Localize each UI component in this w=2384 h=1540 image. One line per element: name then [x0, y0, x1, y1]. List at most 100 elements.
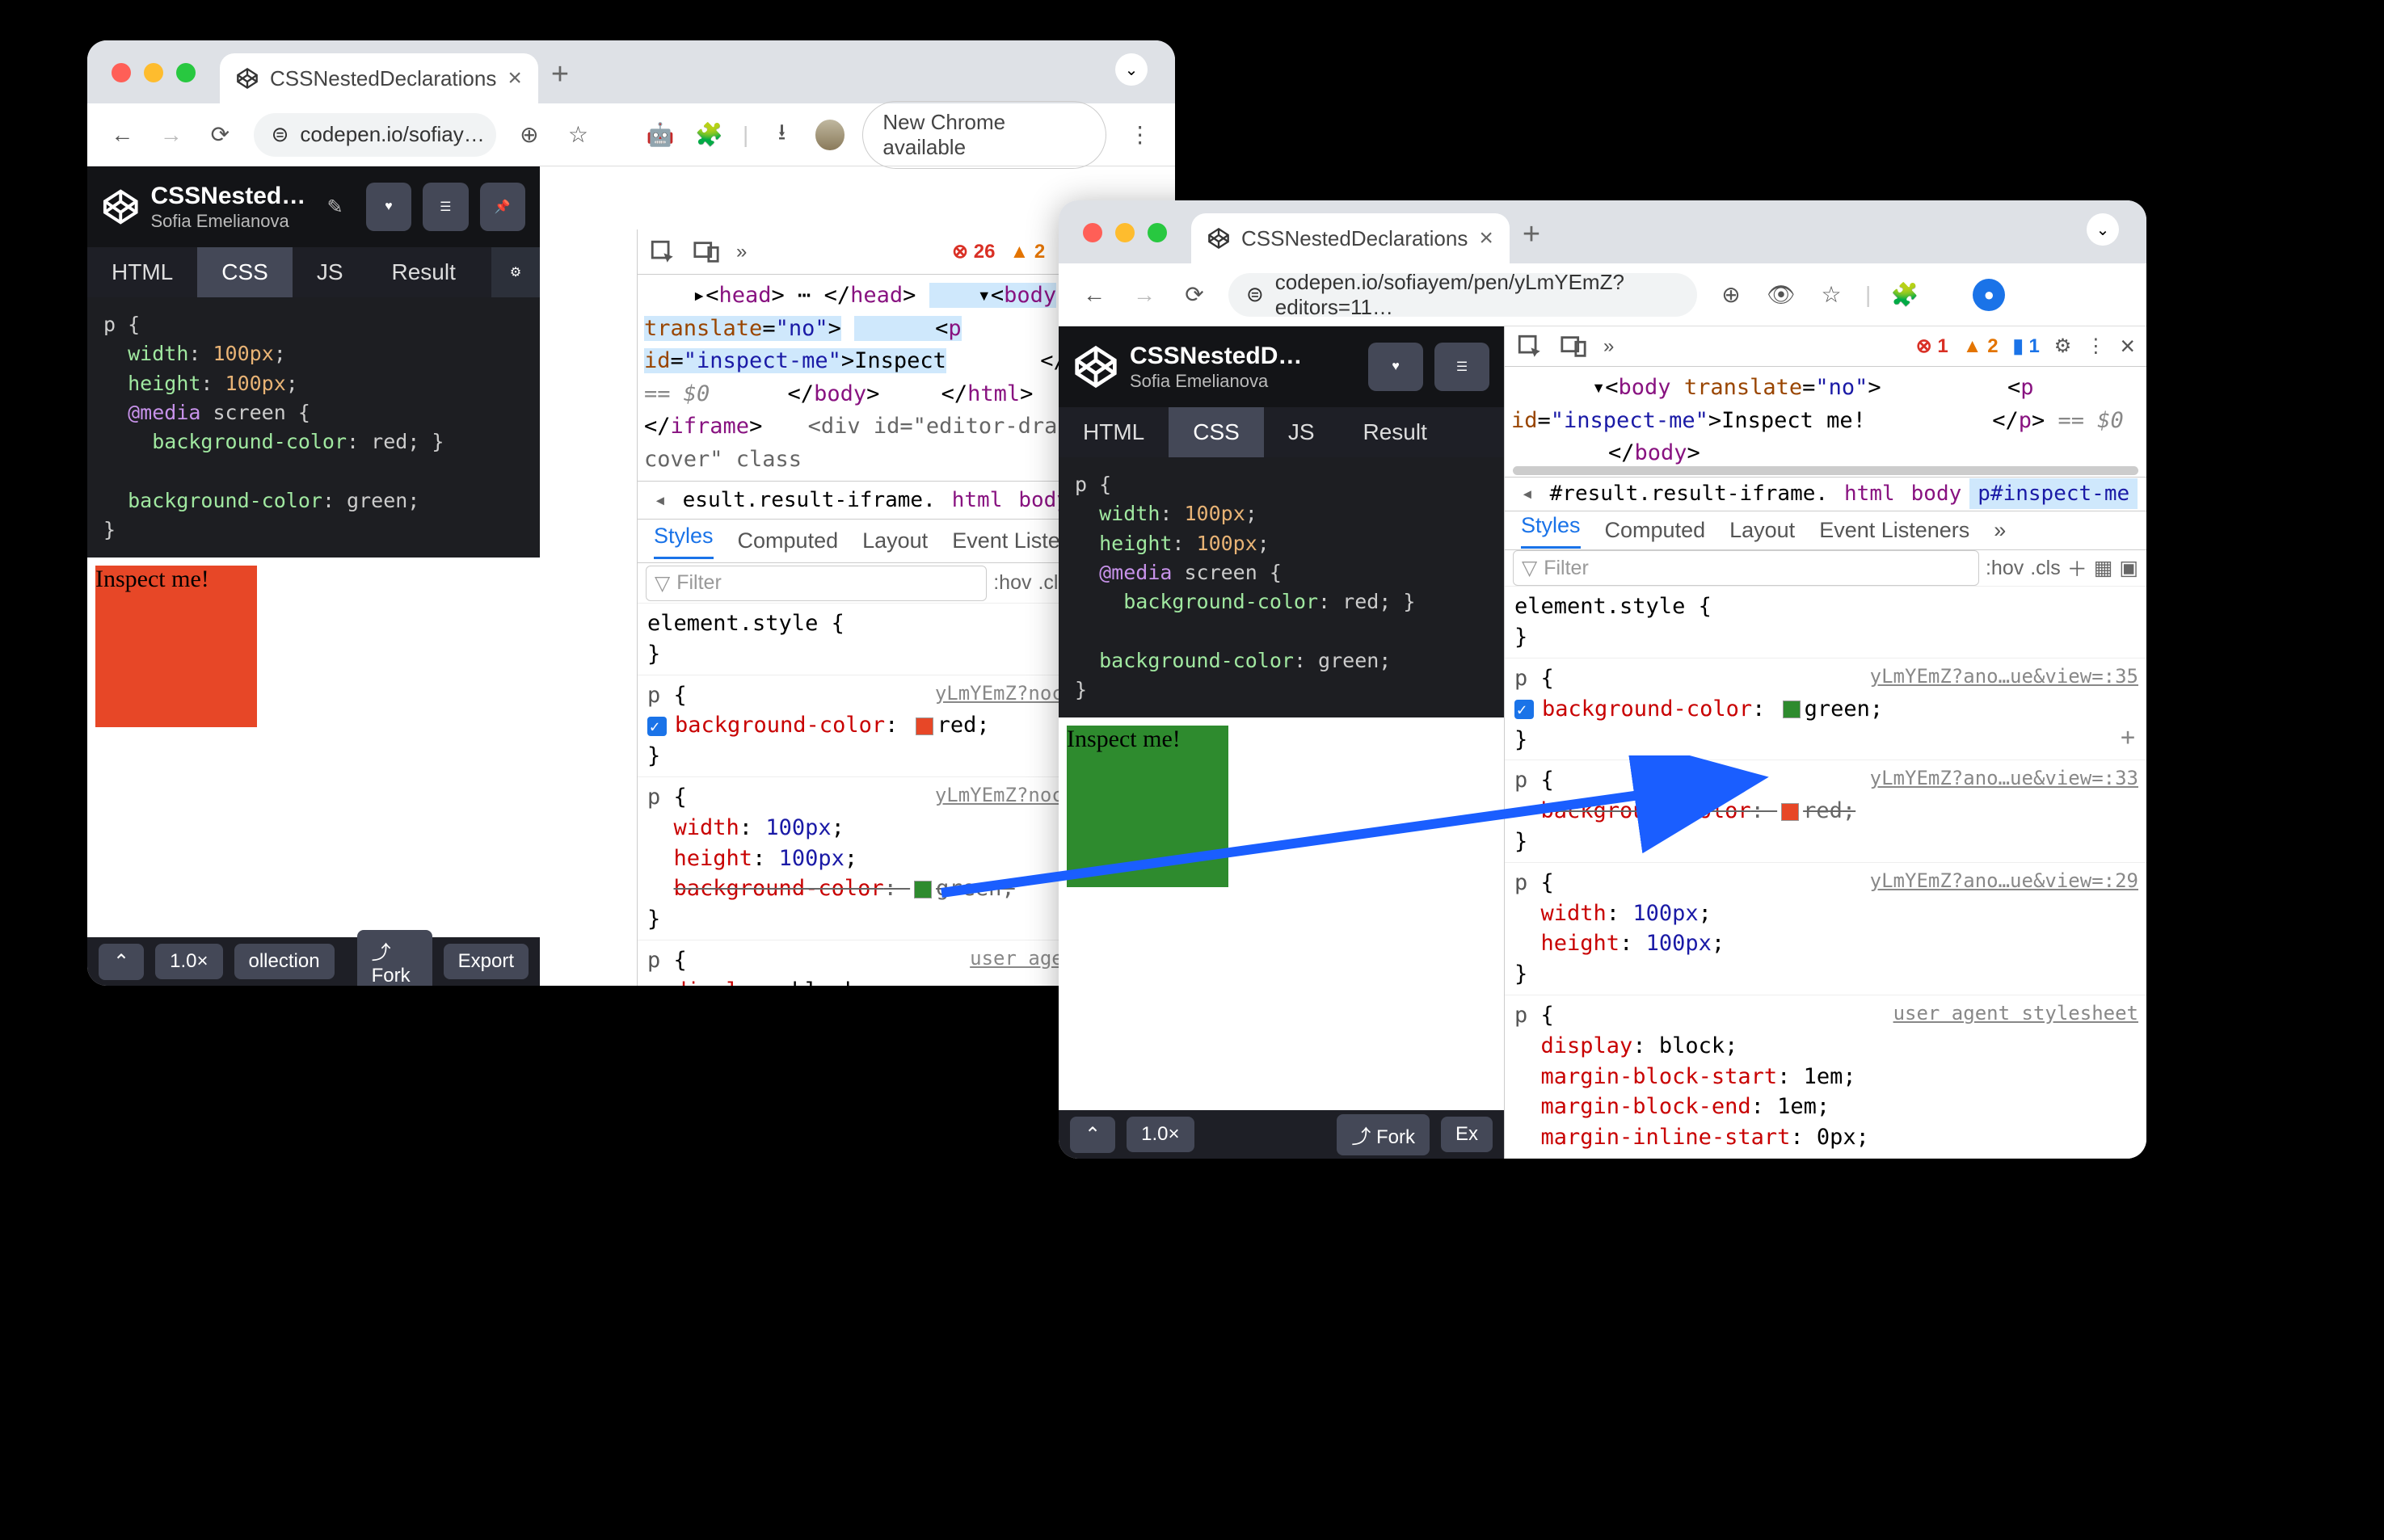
- zoom-icon[interactable]: ⊕: [1715, 279, 1747, 311]
- like-button[interactable]: ♥: [1368, 343, 1423, 391]
- tab-css[interactable]: CSS: [197, 247, 293, 297]
- settings-icon[interactable]: ⚙: [2054, 335, 2072, 358]
- tab-css[interactable]: CSS: [1169, 407, 1264, 457]
- maximize-window-dot[interactable]: [176, 63, 196, 82]
- view-button[interactable]: ☰: [1434, 343, 1489, 391]
- close-window-dot[interactable]: [1083, 223, 1102, 242]
- tab-layout[interactable]: Layout: [862, 528, 928, 553]
- tab-layout[interactable]: Layout: [1729, 518, 1795, 543]
- property-checkbox[interactable]: [1514, 700, 1534, 719]
- tab-styles[interactable]: Styles: [654, 524, 714, 559]
- close-window-dot[interactable]: [112, 63, 131, 82]
- source-link[interactable]: yLmYEmZ?ano…ue&view=:33: [1870, 765, 2138, 793]
- tab-event-listeners[interactable]: Event Listeners: [1819, 518, 1969, 543]
- more-panels-icon[interactable]: »: [736, 241, 747, 263]
- color-swatch-green[interactable]: [1783, 701, 1801, 718]
- fork-button[interactable]: ⤴ Fork: [357, 930, 432, 987]
- tab-result[interactable]: Result: [1339, 407, 1451, 457]
- bc-selected[interactable]: p#inspect-me: [1969, 478, 2138, 509]
- console-toggle[interactable]: ⌃: [99, 944, 144, 980]
- box-icon[interactable]: ▣: [2119, 556, 2138, 580]
- forward-button[interactable]: →: [156, 119, 187, 151]
- extensions-icon[interactable]: 🧩: [1889, 279, 1921, 311]
- maximize-window-dot[interactable]: [1148, 223, 1167, 242]
- cls-button[interactable]: .cls: [2030, 557, 2061, 580]
- element-style-rule[interactable]: element.style {}: [1505, 587, 2146, 658]
- back-button[interactable]: ←: [107, 119, 138, 151]
- error-count[interactable]: ⊗ 1: [1916, 335, 1948, 358]
- inspect-icon[interactable]: [1516, 333, 1544, 360]
- forward-button[interactable]: →: [1128, 279, 1160, 311]
- address-bar[interactable]: ⊜ codepen.io/sofiay…: [254, 113, 496, 157]
- hov-button[interactable]: :hov: [993, 571, 1031, 595]
- tab-dropdown-button[interactable]: ⌄: [2087, 213, 2119, 246]
- fork-button[interactable]: ⤴ Fork: [1337, 1114, 1430, 1155]
- filter-input[interactable]: ▽ Filter: [1513, 550, 1979, 586]
- export-button[interactable]: Export: [444, 944, 529, 979]
- tab-html[interactable]: HTML: [87, 247, 197, 297]
- filter-input[interactable]: ▽ Filter: [646, 566, 987, 601]
- source-link[interactable]: yLmYEmZ?ano…ue&view=:35: [1870, 663, 2138, 691]
- like-button[interactable]: ♥: [366, 183, 411, 231]
- css-editor[interactable]: p { width: 100px; height: 100px; @media …: [87, 297, 540, 558]
- elements-dom-tree[interactable]: ▸<head> ⋯ </head> ▾<body translate="no">…: [638, 275, 1130, 481]
- edit-icon[interactable]: ✎: [327, 196, 343, 219]
- export-button[interactable]: Ex: [1441, 1117, 1493, 1152]
- breadcrumb[interactable]: ◂ esult.result-iframe. html body p#insp: [638, 481, 1130, 520]
- zoom-level[interactable]: 1.0×: [1127, 1117, 1194, 1152]
- menu-icon[interactable]: ⋮: [2086, 335, 2105, 358]
- css-editor[interactable]: p { width: 100px; height: 100px; @media …: [1059, 457, 1504, 717]
- add-property-icon[interactable]: +: [2121, 721, 2135, 755]
- reload-button[interactable]: ⟳: [204, 119, 236, 151]
- incognito-icon[interactable]: 👁: [1765, 279, 1797, 311]
- new-tab-button[interactable]: +: [1523, 217, 1540, 252]
- bc-body[interactable]: body: [1903, 482, 1970, 506]
- more-panels-icon[interactable]: »: [1603, 335, 1614, 358]
- collection-button[interactable]: ollection: [234, 944, 335, 979]
- menu-icon[interactable]: ⋮: [1124, 119, 1156, 151]
- hov-button[interactable]: :hov: [1986, 557, 2024, 580]
- color-swatch-red[interactable]: [916, 717, 933, 735]
- elements-dom-tree[interactable]: ▾<body translate="no"> <p id="inspect-me…: [1505, 367, 2146, 465]
- view-button[interactable]: ☰: [423, 183, 468, 231]
- back-button[interactable]: ←: [1078, 279, 1110, 311]
- warning-count[interactable]: ▲ 2: [1009, 241, 1045, 263]
- color-swatch-red[interactable]: [1781, 803, 1799, 821]
- site-settings-icon[interactable]: ⊜: [1246, 282, 1264, 307]
- element-style-rule[interactable]: element.style {}: [638, 604, 1130, 675]
- breadcrumb[interactable]: ◂ #result.result-iframe. html body p#ins…: [1505, 477, 2146, 511]
- tab-computed[interactable]: Computed: [738, 528, 839, 553]
- address-bar[interactable]: ⊜ codepen.io/sofiayem/pen/yLmYEmZ?editor…: [1228, 273, 1697, 317]
- device-icon[interactable]: [693, 238, 720, 266]
- tab-js[interactable]: JS: [1264, 407, 1339, 457]
- close-tab-icon[interactable]: ×: [508, 65, 522, 92]
- site-settings-icon[interactable]: ⊜: [272, 122, 289, 147]
- info-count[interactable]: ▮ 1: [2013, 335, 2040, 358]
- minimize-window-dot[interactable]: [1115, 223, 1135, 242]
- inspect-icon[interactable]: [649, 238, 676, 266]
- property-checkbox[interactable]: [647, 717, 667, 736]
- new-tab-button[interactable]: +: [551, 57, 569, 92]
- bookmark-icon[interactable]: ☆: [562, 119, 594, 151]
- new-rule-icon[interactable]: ＋: [2067, 553, 2087, 583]
- settings-gear-icon[interactable]: ⚙: [491, 247, 540, 297]
- browser-tab[interactable]: CSSNestedDeclarations ×: [1191, 213, 1510, 263]
- update-chip[interactable]: New Chrome available: [862, 101, 1106, 169]
- color-swatch-green[interactable]: [914, 881, 932, 898]
- tab-result[interactable]: Result: [368, 247, 480, 297]
- ai-icon[interactable]: 🤖: [645, 119, 676, 151]
- zoom-icon[interactable]: ⊕: [514, 119, 545, 151]
- close-tab-icon[interactable]: ×: [1479, 225, 1493, 252]
- minimize-window-dot[interactable]: [144, 63, 163, 82]
- computed-icon[interactable]: ▦: [2094, 556, 2113, 580]
- source-link[interactable]: yLmYEmZ?ano…ue&view=:29: [1870, 868, 2138, 895]
- device-icon[interactable]: [1560, 333, 1587, 360]
- profile-avatar[interactable]: [815, 120, 845, 150]
- pin-button[interactable]: 📌: [480, 183, 525, 231]
- tab-html[interactable]: HTML: [1059, 407, 1169, 457]
- more-tabs-icon[interactable]: »: [1994, 518, 2006, 543]
- error-count[interactable]: ⊗ 26: [952, 240, 995, 263]
- zoom-level[interactable]: 1.0×: [155, 944, 222, 979]
- profile-avatar[interactable]: ●: [1973, 279, 2005, 311]
- warning-count[interactable]: ▲ 2: [1963, 335, 1999, 358]
